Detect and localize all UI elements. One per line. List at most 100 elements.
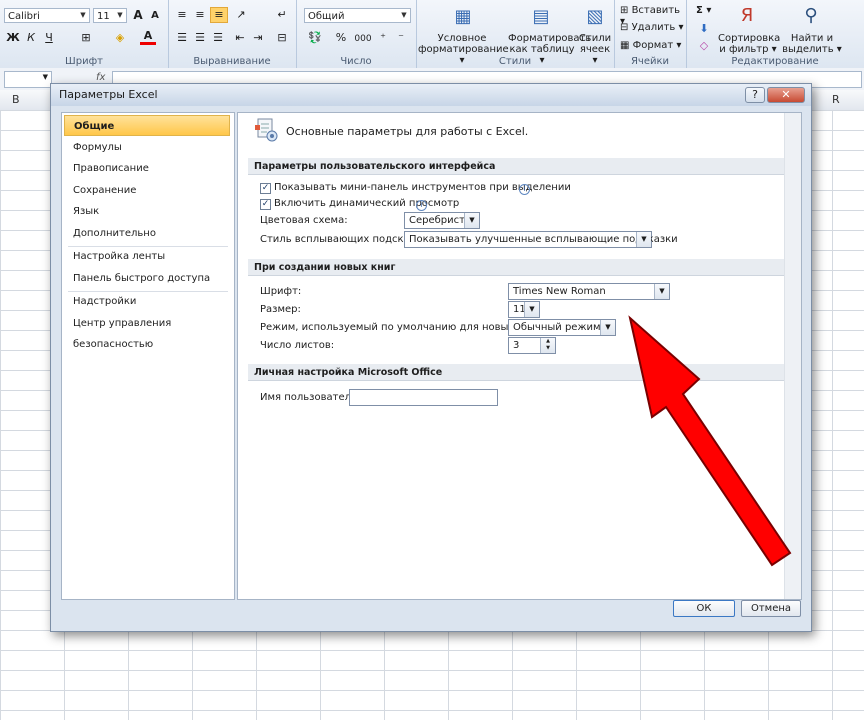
ribbon: Calibri ▼ 11 ▼ A A Ж К Ч ⊞ ◈ A Шрифт ≡ ≡ ≡… [0, 0, 864, 69]
align-center-icon[interactable]: ☰ [192, 31, 208, 45]
decrease-indent-icon[interactable]: ⇤ [232, 31, 248, 45]
ribbon-group-alignment: ≡ ≡ ≡ ↗ ☰ ☰ ☰ ⇤ ⇥ ↵ ⊟ Выравнивание [168, 0, 297, 68]
delete-cells-icon: ⊟ [620, 22, 632, 33]
checkbox-mini-toolbar[interactable]: ✓ [260, 183, 271, 194]
chevron-down-icon[interactable]: ▼ [43, 73, 48, 81]
font-size-combo[interactable]: 11 ▼ [93, 8, 127, 23]
default-view-value: Обычный режим [513, 322, 601, 333]
font-color-icon[interactable]: A [140, 30, 156, 45]
column-header-r[interactable]: R [832, 90, 840, 110]
tooltip-style-dropdown[interactable]: Показывать улучшенные всплывающие подска… [404, 231, 678, 248]
nav-item-save[interactable]: Сохранение [64, 180, 230, 201]
borders-icon[interactable]: ⊞ [78, 31, 94, 45]
fx-icon[interactable]: fx [96, 72, 105, 83]
ok-button[interactable]: ОК [673, 600, 735, 617]
checkbox-live-preview[interactable]: ✓ [260, 199, 271, 210]
align-top-icon[interactable]: ≡ [174, 8, 190, 22]
align-bottom-icon[interactable]: ≡ [210, 7, 228, 23]
options-nav: Общие Формулы Правописание Сохранение Яз… [61, 112, 235, 600]
nav-item-add-ins[interactable]: Надстройки [64, 291, 230, 312]
nav-item-customize-ribbon[interactable]: Настройка ленты [64, 246, 230, 267]
nav-item-quick-access-toolbar[interactable]: Панель быстрого доступа [64, 268, 230, 289]
align-left-icon[interactable]: ☰ [174, 31, 190, 45]
align-middle-icon[interactable]: ≡ [192, 8, 208, 22]
conditional-formatting-icon[interactable]: ▦ [450, 4, 476, 30]
italic-button[interactable]: К [24, 31, 38, 45]
sheet-count-spinner[interactable]: 3 ▲ ▼ [508, 337, 556, 354]
chevron-down-icon[interactable]: ▼ [600, 320, 615, 335]
help-button[interactable]: ? [745, 87, 765, 103]
insert-cells-icon: ⊞ [620, 5, 632, 16]
chevron-down-icon[interactable]: ▼ [398, 9, 410, 22]
sort-filter-icon[interactable]: Я [734, 3, 760, 29]
column-header-b[interactable]: B [12, 90, 20, 110]
delete-cells-button[interactable]: ⊟ Удалить ▾ [620, 22, 684, 33]
decrease-decimal-icon[interactable]: ⁻ [394, 31, 408, 45]
font-size-value: 11 [97, 11, 110, 22]
format-as-table-icon[interactable]: ▤ [528, 4, 554, 30]
ribbon-group-number: Общий ▼ 💱 % 000 ⁺ ⁻ Число [296, 0, 417, 68]
fill-down-icon[interactable]: ⬇ [696, 22, 712, 36]
number-format-combo[interactable]: Общий ▼ [304, 8, 411, 23]
font-size-dropdown[interactable]: 11 ▼ [508, 301, 540, 318]
section-new-workbooks: При создании новых книг [248, 259, 786, 276]
format-as-table-label-1: Форматировать [508, 33, 592, 44]
nav-item-language[interactable]: Язык [64, 201, 230, 222]
username-input[interactable] [349, 389, 498, 406]
increase-decimal-icon[interactable]: ⁺ [376, 31, 390, 45]
shrink-font-icon[interactable]: A [148, 9, 162, 23]
thousands-button[interactable]: 000 [352, 32, 374, 46]
group-label-cells: Ячейки [630, 56, 670, 67]
nav-item-advanced[interactable]: Дополнительно [64, 223, 230, 244]
find-select-label-1: Найти и [790, 33, 834, 44]
group-label-alignment: Выравнивание [193, 56, 271, 67]
section-personalize: Личная настройка Microsoft Office [248, 364, 786, 381]
find-select-button[interactable]: Найти и выделить ▾ [778, 33, 846, 55]
find-select-label-2: выделить ▾ [782, 44, 842, 55]
format-cells-button[interactable]: ▦ Формат ▾ [620, 40, 681, 51]
spinner-arrows-icon[interactable]: ▲ ▼ [540, 338, 555, 353]
chevron-down-icon[interactable]: ▼ [114, 9, 126, 22]
nav-item-proofing[interactable]: Правописание [64, 158, 230, 179]
group-label-styles: Стили [498, 56, 532, 67]
chevron-down-icon[interactable]: ▼ [524, 302, 539, 317]
sort-filter-button[interactable]: Сортировка и фильтр ▾ [718, 33, 781, 55]
sort-filter-label-1: Сортировка [718, 33, 781, 44]
currency-icon[interactable]: 💱 [306, 31, 324, 45]
merge-cells-icon[interactable]: ⊟ [274, 31, 290, 45]
default-view-dropdown[interactable]: Обычный режим ▼ [508, 319, 616, 336]
chevron-down-icon[interactable]: ▼ [654, 284, 669, 299]
clear-icon[interactable]: ◇ [696, 39, 712, 53]
nav-item-formulas[interactable]: Формулы [64, 137, 230, 158]
group-label-number: Число [340, 56, 372, 67]
nav-item-trust-center[interactable]: Центр управления безопасностью [64, 313, 230, 350]
cancel-button[interactable]: Отмена [741, 600, 801, 617]
dialog-title-bar[interactable]: Параметры Excel ? ✕ [51, 84, 811, 106]
increase-indent-icon[interactable]: ⇥ [250, 31, 266, 45]
chevron-down-icon[interactable]: ▼ [636, 232, 651, 247]
close-button[interactable]: ✕ [767, 87, 805, 103]
sort-filter-label-2: и фильтр ▾ [719, 44, 777, 55]
bold-button[interactable]: Ж [6, 31, 20, 45]
find-select-icon[interactable]: ⚲ [798, 3, 824, 29]
cell-styles-icon[interactable]: ▧ [582, 4, 608, 30]
ribbon-group-cells: ⊞ Вставить ▾ ⊟ Удалить ▾ ▦ Формат ▾ Ячей… [614, 0, 687, 68]
name-box[interactable]: ▼ [4, 71, 52, 88]
default-font-dropdown[interactable]: Times New Roman ▼ [508, 283, 670, 300]
align-right-icon[interactable]: ☰ [210, 31, 226, 45]
content-scrollbar[interactable] [784, 113, 801, 599]
chevron-down-icon[interactable]: ▼ [77, 9, 89, 22]
autosum-button[interactable]: Σ ▾ [696, 5, 711, 16]
font-name-combo[interactable]: Calibri ▼ [4, 8, 90, 23]
nav-item-general[interactable]: Общие [64, 115, 230, 136]
live-preview-label[interactable]: Включить динамический просмотр [274, 198, 459, 209]
orientation-icon[interactable]: ↗ [232, 8, 250, 22]
color-scheme-dropdown[interactable]: Серебристая ▼ [404, 212, 480, 229]
underline-button[interactable]: Ч [42, 31, 56, 45]
wrap-text-icon[interactable]: ↵ [274, 8, 290, 22]
fill-color-icon[interactable]: ◈ [112, 31, 128, 45]
percent-button[interactable]: % [334, 31, 348, 45]
default-font-label: Шрифт: [260, 286, 302, 297]
chevron-down-icon[interactable]: ▼ [464, 213, 479, 228]
grow-font-icon[interactable]: A [131, 8, 145, 22]
